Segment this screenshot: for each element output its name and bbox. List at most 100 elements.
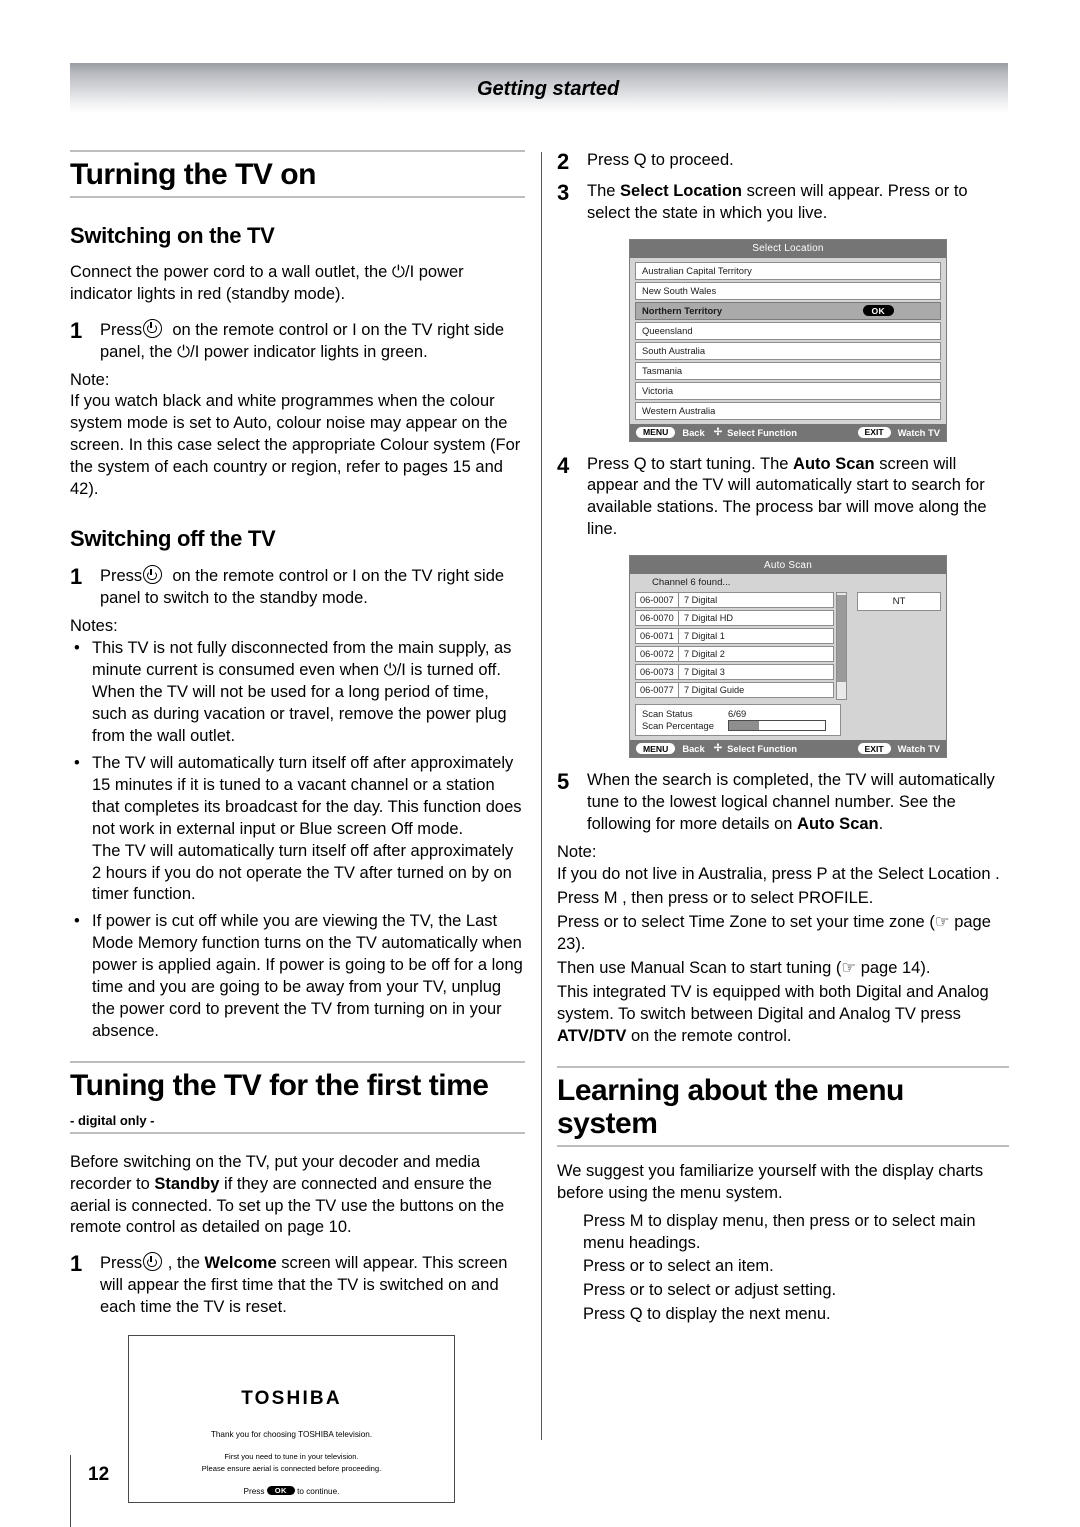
exit-key-badge: EXIT [857,426,891,438]
ok-key-badge: OK [266,1485,295,1495]
heading-rule-bottom [70,195,525,198]
channel-number: 06-0007 [635,592,679,609]
step-switch-off-1: 1 Press on the remote control or I on th… [70,565,525,610]
step-3: 3 The Select Location screen will appear… [557,180,1009,225]
scan-percentage-label: Scan Percentage [642,720,714,732]
welcome-press-label: Press [243,1486,265,1496]
ok-badge: OK [862,305,894,316]
list-item[interactable]: Queensland [635,321,941,340]
atv-dtv-emphasis: ATV/DTV [557,1026,627,1045]
osd-list: Australian Capital Territory New South W… [630,258,946,420]
power-icon [143,1252,163,1272]
list-item-label: Australian Capital Territory [642,265,752,276]
menu-key-badge: MENU [636,426,676,438]
list-item-label: Queensland [642,325,693,336]
power-icon [143,318,163,338]
scan-status-value: 6/69 [728,708,747,720]
list-item-label: Victoria [642,385,674,396]
welcome-line-2b: Please ensure aerial is connected before… [201,1463,382,1473]
channel-name: 7 Digital 3 [679,664,834,681]
list-item-label: South Australia [642,345,706,356]
osd-footer-right: EXIT Watch TV [857,426,940,438]
step-text: Press on the remote control or I on the … [100,318,505,361]
menu-steps-list: Press M to display menu, then press or t… [557,1211,1009,1327]
osd-footer-left: MENU Back ✢ Select Function [636,743,797,755]
heading-rule-top [70,1061,525,1064]
scan-region-panel: NT [847,592,941,700]
list-item[interactable]: Tasmania [635,361,941,380]
exit-key-badge: EXIT [857,743,891,755]
osd-title: Select Location [630,239,946,258]
list-item[interactable]: Victoria [635,381,941,400]
menu-key-label: Back [682,743,705,755]
standby-emphasis: Standby [154,1174,220,1193]
list-item: Press or to select an item. [583,1257,774,1276]
note-line-4: Then use Manual Scan to start tuning (☞ … [557,958,931,977]
welcome-line-1: Thank you for choosing TOSHIBA televisio… [210,1430,373,1440]
list-item[interactable]: South Australia [635,341,941,360]
step-number: 1 [70,1251,83,1277]
note-line-2: Press M , then press or to select PROFIL… [557,888,874,907]
section-heading-turning-tv-on: Turning the TV on [70,150,525,198]
step-number: 1 [70,317,83,343]
scrollbar[interactable] [836,592,847,701]
channel-name: 7 Digital Guide [679,682,834,699]
channel-number: 06-0071 [635,628,679,645]
section-title: Tuning the TV for the first time [70,1069,489,1103]
select-location-osd: Select Location Australian Capital Terri… [629,238,947,442]
switching-on-intro: Connect the power cord to a wall outlet,… [70,262,464,303]
section-heading-menu-system: Learning about the menu system [557,1065,1009,1147]
list-item[interactable]: New South Wales [635,281,941,300]
step-tuning-1: 1 Press , the Welcome screen will appear… [70,1252,525,1319]
table-row: 06-0070 7 Digital HD [635,610,834,627]
menu-key-badge: MENU [636,743,676,755]
osd-footer-right: EXIT Watch TV [857,743,940,755]
channel-name: 7 Digital [679,592,834,609]
tuning-intro: Before switching on the TV, put your dec… [70,1152,505,1237]
select-location-emphasis: Select Location [620,181,742,200]
list-item[interactable]: Australian Capital Territory [635,261,941,280]
scan-status-label: Scan Status [642,708,693,720]
scan-channel-list: 06-0007 7 Digital 06-0070 7 Digital HD 0… [635,592,834,700]
list-item: The TV will automatically turn itself of… [70,753,525,907]
heading-rule-top [70,150,525,152]
scan-status-panel: Scan Status 6/69 Scan Percentage [635,704,841,737]
note-line-1: If you do not live in Australia, press P… [557,865,1000,883]
list-item: Press M to display menu, then press or t… [583,1211,976,1252]
step-number: 5 [557,769,570,795]
auto-scan-emphasis: Auto Scan [797,815,879,834]
heading-rule-bottom [70,1131,525,1134]
auto-scan-osd: Auto Scan Channel 6 found... 06-0007 7 D… [629,555,947,759]
table-row: 06-0071 7 Digital 1 [635,628,834,645]
channel-number: 06-0073 [635,664,679,681]
list-item[interactable]: Western Australia [635,401,941,420]
scrollbar-thumb[interactable] [837,595,846,683]
step-number: 4 [557,452,570,478]
list-item-selected[interactable]: Northern Territory OK [635,301,941,320]
step-switch-on-1: 1 Press on the remote control or I on th… [70,317,525,364]
step-text: Press on the remote control or I on the … [100,565,505,608]
step-number: 1 [70,564,83,590]
list-item: If power is cut off while you are viewin… [70,911,525,1043]
subsection-title-switching-on: Switching on the TV [70,222,275,248]
footer-rule [70,1455,71,1527]
toshiba-logo: TOSHIBA [241,1388,342,1410]
scan-list-wrapper: 06-0007 7 Digital 06-0070 7 Digital HD 0… [635,592,847,701]
dpad-icon: ✢ [713,426,723,438]
notes-label: Notes: [70,617,118,636]
left-column: Turning the TV on Switching on the TV Co… [70,150,525,1504]
osd-footer: MENU Back ✢ Select Function EXIT Watch T… [630,740,946,758]
note-label: Note: [557,843,597,862]
list-item: This TV is not fully disconnected from t… [70,638,525,748]
channel-number: 06-0072 [635,646,679,663]
dpad-icon: ✢ [713,743,723,755]
heading-rule-top [557,1065,1009,1068]
progress-bar [728,720,826,732]
auto-scan-emphasis: Auto Scan [793,454,875,473]
step-text: The Select Location screen will appear. … [587,181,968,222]
note-line-5: This integrated TV is equipped with both… [557,982,989,1045]
welcome-line-2a: First you need to tune in your televisio… [224,1452,359,1462]
welcome-emphasis: Welcome [204,1254,277,1273]
welcome-continue-label: to continue. [297,1486,340,1496]
subsection-title-switching-off: Switching off the TV [70,526,276,552]
